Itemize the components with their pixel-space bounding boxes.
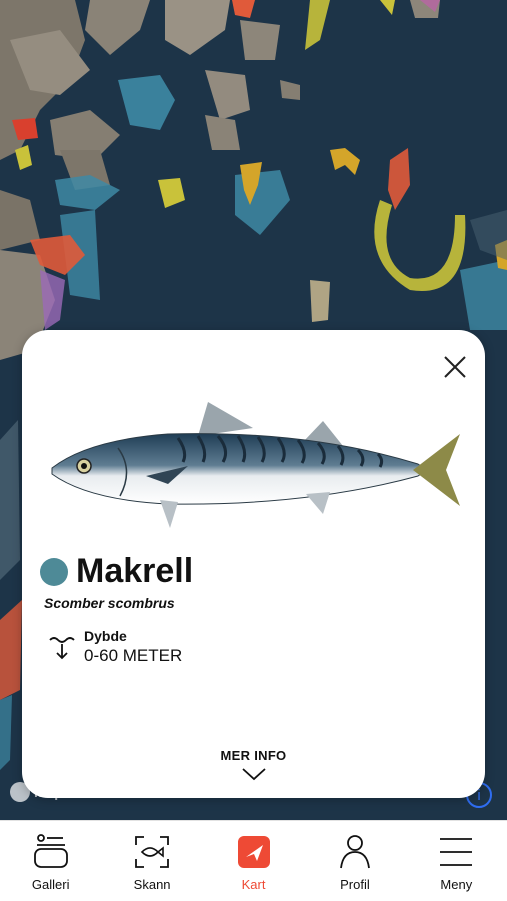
tab-kart[interactable]: Kart xyxy=(203,821,304,901)
tab-galleri[interactable]: Galleri xyxy=(0,821,101,901)
species-card: Makrell Scomber scombrus Dybde 0-60 METE… xyxy=(22,330,485,798)
gallery-icon xyxy=(33,834,68,868)
map-icon xyxy=(237,836,270,868)
depth-value: 0-60 METER xyxy=(84,646,183,665)
tab-profil[interactable]: Profil xyxy=(304,821,405,901)
species-color-dot xyxy=(40,557,68,586)
bottom-tab-bar: Galleri Skann Kart Profil Meny xyxy=(0,820,507,901)
depth-label: Dybde xyxy=(84,628,127,644)
close-icon[interactable] xyxy=(440,352,470,382)
tab-label-kart: Kart xyxy=(241,877,266,892)
depth-icon xyxy=(49,637,75,660)
chevron-down-icon xyxy=(241,768,266,781)
profile-icon xyxy=(340,835,370,869)
tab-label-galleri: Galleri xyxy=(31,877,70,892)
species-name: Makrell xyxy=(76,552,194,590)
depth-info: Dybde 0-60 METER xyxy=(48,628,182,666)
mackerel-illustration xyxy=(51,402,460,528)
tab-label-profil: Profil xyxy=(340,877,370,892)
more-info-label: MER INFO xyxy=(220,748,287,763)
tab-label-meny: Meny xyxy=(440,877,473,892)
more-info-button[interactable]: MER INFO xyxy=(22,748,485,781)
tab-meny[interactable]: Meny xyxy=(406,821,507,901)
menu-icon xyxy=(440,838,473,866)
tab-skann[interactable]: Skann xyxy=(101,821,202,901)
species-title: Makrell xyxy=(40,552,193,591)
tab-label-skann: Skann xyxy=(133,877,171,892)
scan-fish-icon xyxy=(135,836,170,868)
latin-name: Scomber scombrus xyxy=(44,595,175,611)
